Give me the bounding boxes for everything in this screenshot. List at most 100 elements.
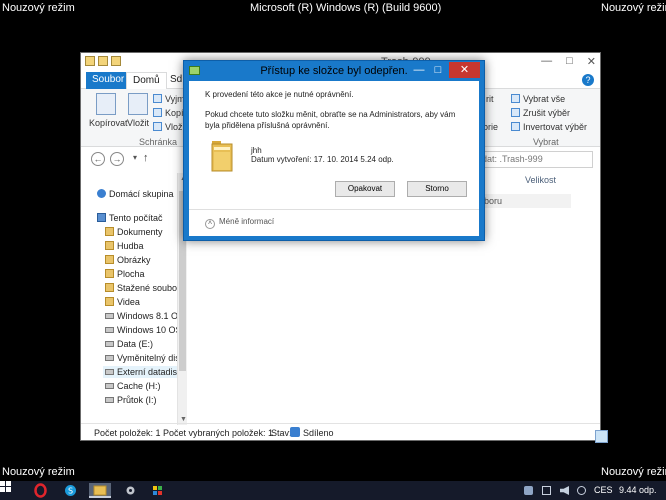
nav-item-videos[interactable]: Videa <box>105 297 140 307</box>
select-all-icon <box>511 94 520 103</box>
computer-icon <box>97 213 106 222</box>
opera-icon[interactable] <box>32 483 49 498</box>
nav-item-removable[interactable]: Vyměnitelný disk <box>105 353 184 363</box>
file-explorer-icon[interactable] <box>89 483 111 498</box>
new-folder-icon[interactable] <box>111 56 121 66</box>
volume-icon[interactable] <box>560 486 569 495</box>
language-indicator[interactable]: CES <box>594 485 613 495</box>
copy-path-button[interactable]: Kopír <box>153 108 187 118</box>
select-none-label: Zrušit výběr <box>523 108 571 118</box>
nav-item-label: Stažené soubory <box>117 283 185 293</box>
less-info-label: Méně informací <box>219 217 275 226</box>
nav-homegroup-label: Domácí skupina <box>109 189 174 199</box>
open-button[interactable]: rit <box>486 94 494 104</box>
history-button[interactable]: orie <box>483 122 498 132</box>
nav-item-data[interactable]: Data (E:) <box>105 339 153 349</box>
nav-item-cache[interactable]: Cache (H:) <box>105 381 161 391</box>
less-info-toggle[interactable]: ˄ Méně informací <box>205 217 274 229</box>
nav-item-label: Vyměnitelný disk <box>117 353 185 363</box>
nav-item-label: Hudba <box>117 241 144 251</box>
drive-icon <box>105 327 114 333</box>
large-icons-view-icon[interactable] <box>595 430 608 443</box>
nav-item-label: Videa <box>117 297 140 307</box>
paint-icon[interactable] <box>150 483 167 498</box>
select-none-button[interactable]: Zrušit výběr <box>511 108 570 118</box>
column-header-size[interactable]: Velikost <box>525 175 556 185</box>
paste-shortcut-icon <box>153 122 162 131</box>
nav-item-documents[interactable]: Dokumenty <box>105 227 163 237</box>
status-selected-count: Počet vybraných položek: 1 <box>163 428 274 438</box>
network-icon[interactable] <box>542 486 551 495</box>
nav-item-music[interactable]: Hudba <box>105 241 144 251</box>
folder-icon <box>105 227 114 236</box>
taskbar: S CES 9.44 odp. <box>0 481 666 500</box>
copy-icon <box>96 93 116 115</box>
safe-mode-label-bottom-right: Nouzový režim <box>601 466 666 478</box>
settings-app-icon[interactable] <box>122 483 139 498</box>
dialog-body: K provedení této akce je nutné oprávnění… <box>189 81 479 236</box>
nav-item-external[interactable]: Externí datadisk ( <box>103 366 187 378</box>
cancel-button[interactable]: Storno <box>407 181 467 197</box>
scissors-icon <box>153 94 162 103</box>
dialog-minimize-icon[interactable]: — <box>410 62 428 78</box>
retry-button[interactable]: Opakovat <box>335 181 395 197</box>
folder-icon[interactable] <box>85 56 95 66</box>
taskbar-clock[interactable]: 9.44 odp. <box>619 485 657 495</box>
scroll-down-icon[interactable]: ▼ <box>180 416 187 423</box>
status-state-value: Sdíleno <box>303 428 334 438</box>
dialog-close-icon[interactable]: ✕ <box>449 62 480 78</box>
drive-icon <box>105 383 114 389</box>
clipboard-group-label: Schránka <box>139 137 178 147</box>
search-input[interactable]: dat: .Trash-999 <box>473 151 593 168</box>
nav-item-windows10[interactable]: Windows 10 OS ( <box>105 325 187 335</box>
nav-this-pc[interactable]: Tento počítač <box>97 213 163 223</box>
close-icon[interactable]: ✕ <box>587 55 596 68</box>
minimize-icon[interactable]: — <box>541 55 552 68</box>
drive-icon <box>105 341 114 347</box>
shared-icon <box>290 427 300 437</box>
forward-icon[interactable]: → <box>110 152 124 166</box>
nav-item-downloads[interactable]: Stažené soubory <box>105 283 185 293</box>
dialog-message-contact: Pokud chcete tuto složku měnit, obraťte … <box>205 110 456 130</box>
nav-item-desktop[interactable]: Plocha <box>105 269 145 279</box>
dialog-message-permission: K provedení této akce je nutné oprávnění… <box>205 90 354 99</box>
folder-icon <box>105 255 114 264</box>
paste-shortcut-button[interactable]: Vlož <box>153 122 183 132</box>
select-all-button[interactable]: Vybrat vše <box>511 94 565 104</box>
copy-button[interactable]: Kopírovat <box>89 93 128 128</box>
action-center-icon[interactable] <box>524 486 533 495</box>
nav-item-label: Plocha <box>117 269 145 279</box>
select-all-label: Vybrat vše <box>523 94 566 104</box>
status-bar: Počet položek: 1 Počet vybraných položek… <box>81 423 608 443</box>
select-none-icon <box>511 108 520 117</box>
maximize-icon[interactable]: □ <box>566 55 573 68</box>
drive-icon <box>105 313 114 319</box>
clock-sync-icon[interactable] <box>577 486 586 495</box>
back-icon[interactable]: ← <box>91 152 105 166</box>
nav-item-pictures[interactable]: Obrázky <box>105 255 151 265</box>
nav-item-label: Obrázky <box>117 255 151 265</box>
explorer-window-controls: — □ ✕ <box>541 55 596 68</box>
paste-button[interactable]: Vložit <box>127 93 149 128</box>
properties-icon[interactable] <box>98 56 108 66</box>
chevron-down-icon[interactable]: ▾ <box>128 152 142 166</box>
invert-selection-label: Invertovat výběr <box>523 122 588 132</box>
help-icon[interactable]: ? <box>582 74 594 86</box>
nav-item-label: Data (E:) <box>117 339 154 349</box>
tab-file[interactable]: Soubor <box>86 72 131 89</box>
nav-item-windows81[interactable]: Windows 8.1 OS <box>105 311 184 321</box>
skype-icon[interactable]: S <box>62 483 79 498</box>
folder-large-icon <box>211 141 233 172</box>
nav-item-prutok[interactable]: Průtok (I:) <box>105 395 157 405</box>
paste-label: Vložit <box>127 118 150 128</box>
paste-icon <box>128 93 148 115</box>
folder-icon <box>105 297 114 306</box>
dialog-maximize-icon[interactable]: □ <box>429 62 447 78</box>
invert-selection-button[interactable]: Invertovat výběr <box>511 122 587 132</box>
windows-start-icon[interactable] <box>0 481 11 492</box>
nav-this-pc-label: Tento počítač <box>109 213 163 223</box>
tab-home[interactable]: Domů <box>126 72 167 89</box>
file-row[interactable]: boru <box>481 194 571 208</box>
up-arrow-icon[interactable]: ↑ <box>143 152 149 164</box>
nav-homegroup[interactable]: Domácí skupina <box>97 189 174 199</box>
